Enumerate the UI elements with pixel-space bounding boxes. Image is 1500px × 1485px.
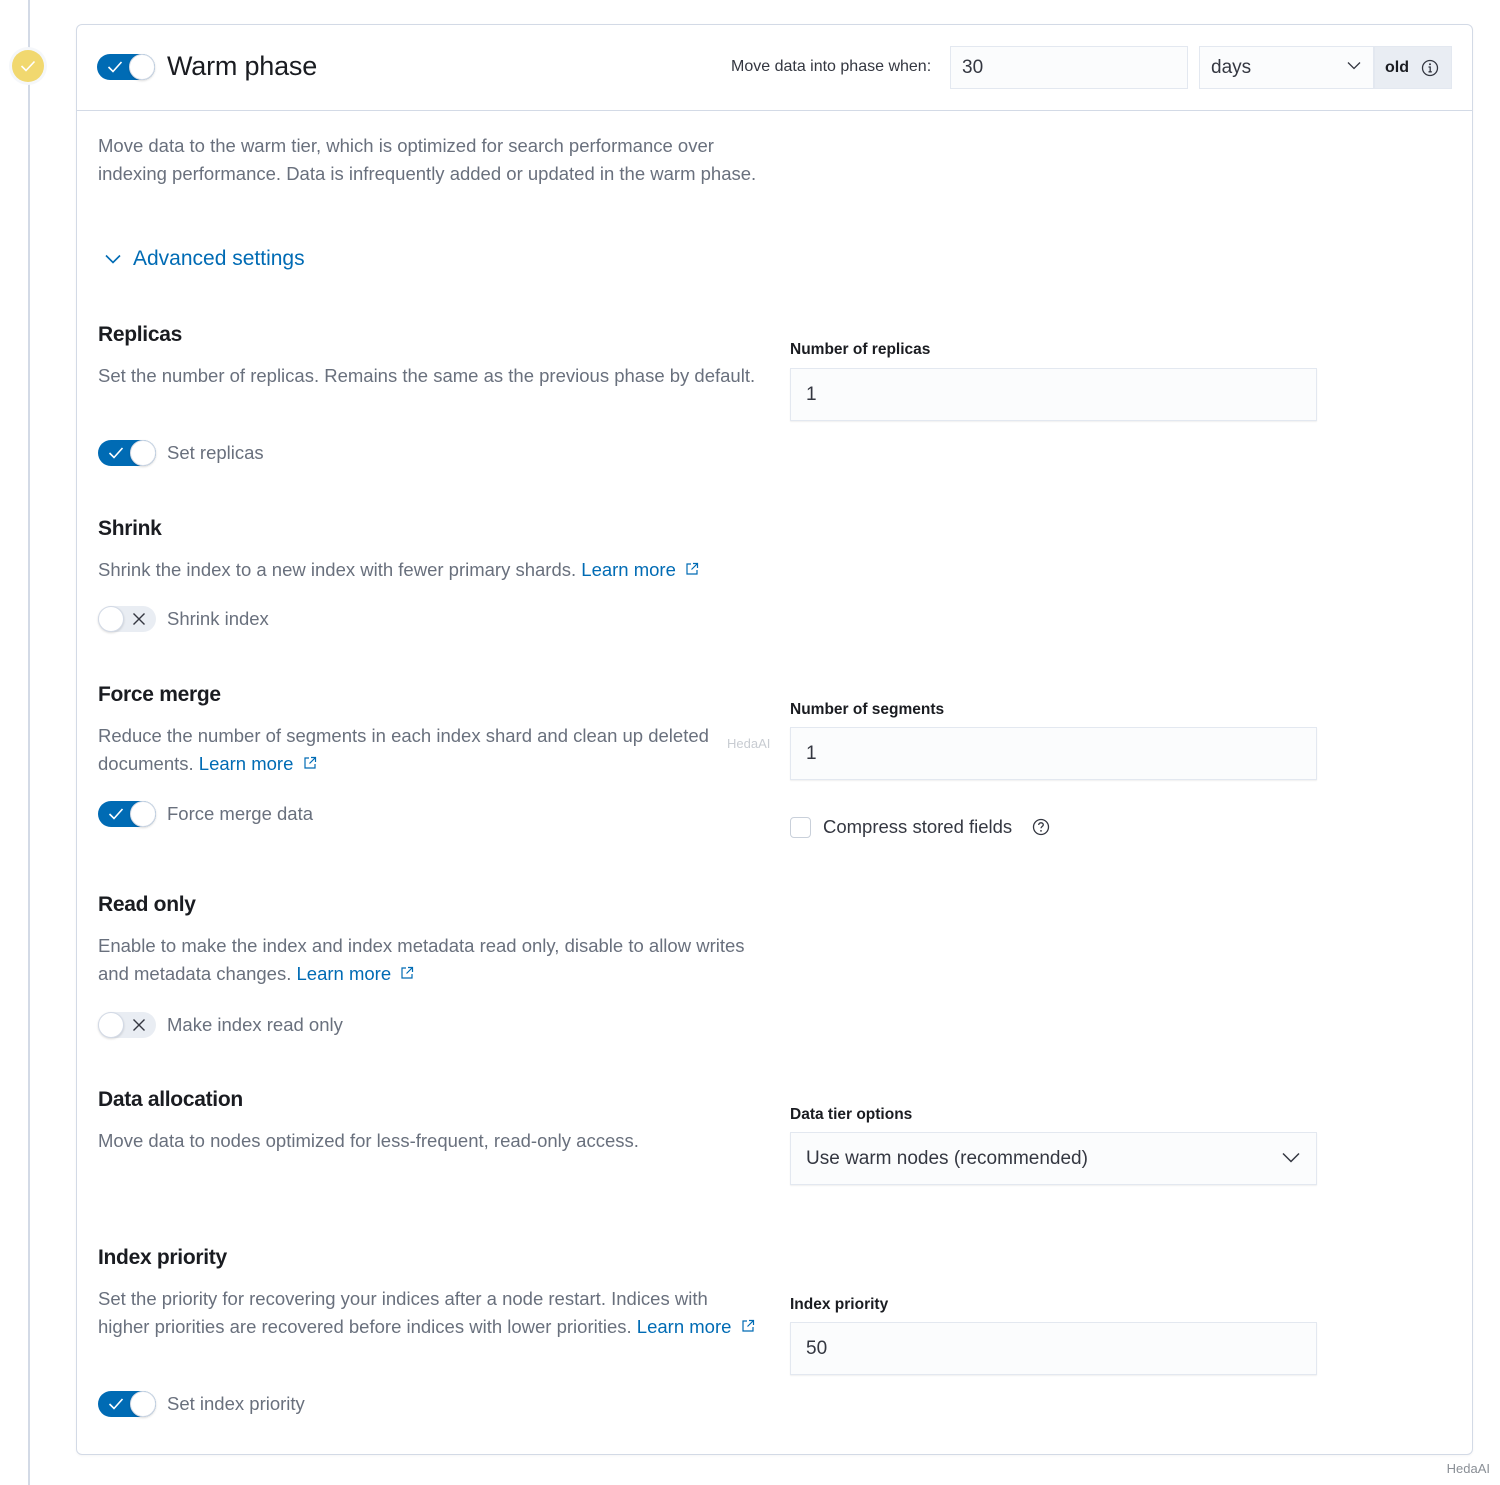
external-link-icon [741,1319,754,1332]
external-link-icon [686,562,699,575]
set-replicas-label: Set replicas [167,442,264,463]
min-age-unit-value: days [1211,57,1252,78]
min-age-suffix: old [1374,46,1452,89]
shrink-title: Shrink [98,517,162,540]
set-replicas-switch-row: Set replicas [98,440,264,466]
phase-description: Move data to the warm tier, which is opt… [98,135,757,184]
compress-stored-fields-row: Compress stored fields [790,816,1050,838]
index-priority-description-text: Set the priority for recovering your ind… [98,1288,708,1337]
index-priority-switch-row: Set index priority [98,1391,305,1417]
shrink-description: Shrink the index to a new index with few… [98,556,758,584]
read-only-label: Make index read only [167,1014,343,1035]
timeline-line [28,0,30,1485]
external-link-icon [303,756,316,769]
force-merge-description: Reduce the number of segments in each in… [98,722,758,778]
read-only-learn-more-link[interactable]: Learn more [297,963,415,984]
force-merge-learn-more-link[interactable]: Learn more [199,753,317,774]
force-merge-switch-row: Force merge data [98,801,313,827]
compress-stored-fields-checkbox[interactable] [790,816,811,838]
data-allocation-description: Move data to nodes optimized for less-fr… [98,1130,639,1151]
force-merge-title: Force merge [98,683,221,706]
index-priority-description: Set the priority for recovering your ind… [98,1285,758,1341]
phase-title: Warm phase [167,51,318,81]
read-only-switch-row: Make index read only [98,1012,343,1038]
data-tier-options-label: Data tier options [790,1106,913,1123]
data-tier-value: Use warm nodes (recommended) [806,1148,1088,1169]
number-of-segments-input[interactable] [790,727,1317,780]
read-only-switch[interactable] [98,1012,156,1038]
replicas-title: Replicas [98,323,182,346]
check-icon [107,61,123,73]
check-icon [108,1398,124,1410]
cross-icon [133,1019,145,1031]
set-replicas-switch[interactable] [98,440,156,466]
watermark: HedaAI [1446,1461,1490,1476]
check-icon [108,808,124,820]
index-priority-field-label: Index priority [790,1296,889,1313]
number-of-replicas-label: Number of replicas [790,341,931,358]
phase-status-badge [9,47,47,85]
shrink-switch-row: Shrink index [98,606,269,632]
min-age-unit-select[interactable]: days [1199,46,1374,89]
min-age-label: Move data into phase when: [731,58,932,75]
force-merge-label: Force merge data [167,803,314,824]
index-priority-switch[interactable] [98,1391,156,1417]
read-only-title: Read only [98,893,196,916]
watermark-inline: HedaAI [727,736,771,751]
replicas-description: Set the number of replicas. Remains the … [98,365,756,386]
advanced-settings-toggle[interactable]: Advanced settings [105,247,305,271]
data-tier-select[interactable]: Use warm nodes (recommended) [790,1132,1317,1185]
index-priority-label: Set index priority [167,1393,305,1414]
compress-stored-fields-label: Compress stored fields [823,816,1013,837]
index-priority-learn-more-link[interactable]: Learn more [637,1316,755,1337]
chevron-down-icon [105,254,121,264]
shrink-learn-more-link[interactable]: Learn more [581,559,699,580]
min-age-input[interactable] [950,46,1188,89]
warm-phase-panel: Warm phase Move data into phase when: da… [76,24,1473,1455]
data-allocation-title: Data allocation [98,1088,243,1111]
advanced-settings-label: Advanced settings [133,247,305,270]
check-icon [12,50,44,82]
index-priority-input[interactable] [790,1322,1317,1375]
phase-header: Warm phase Move data into phase when: da… [77,25,1472,111]
shrink-index-label: Shrink index [167,608,269,629]
force-merge-switch[interactable] [98,801,156,827]
read-only-description-text: Enable to make the index and index metad… [98,935,745,984]
chevron-down-icon [1347,62,1361,70]
shrink-index-switch[interactable] [98,606,156,632]
external-link-icon [401,966,414,979]
number-of-replicas-input[interactable] [790,368,1317,421]
index-priority-title: Index priority [98,1246,227,1269]
chevron-down-icon [1282,1152,1300,1163]
cross-icon [133,613,145,625]
min-age-suffix-label: old [1385,58,1409,76]
shrink-description-text: Shrink the index to a new index with few… [98,559,577,580]
question-icon[interactable] [1032,818,1050,836]
read-only-description: Enable to make the index and index metad… [98,932,758,988]
number-of-segments-label: Number of segments [790,701,945,718]
check-icon [108,447,124,459]
info-icon[interactable] [1421,59,1439,77]
force-merge-description-text: Reduce the number of segments in each in… [98,725,709,774]
warm-phase-toggle[interactable] [97,54,155,80]
